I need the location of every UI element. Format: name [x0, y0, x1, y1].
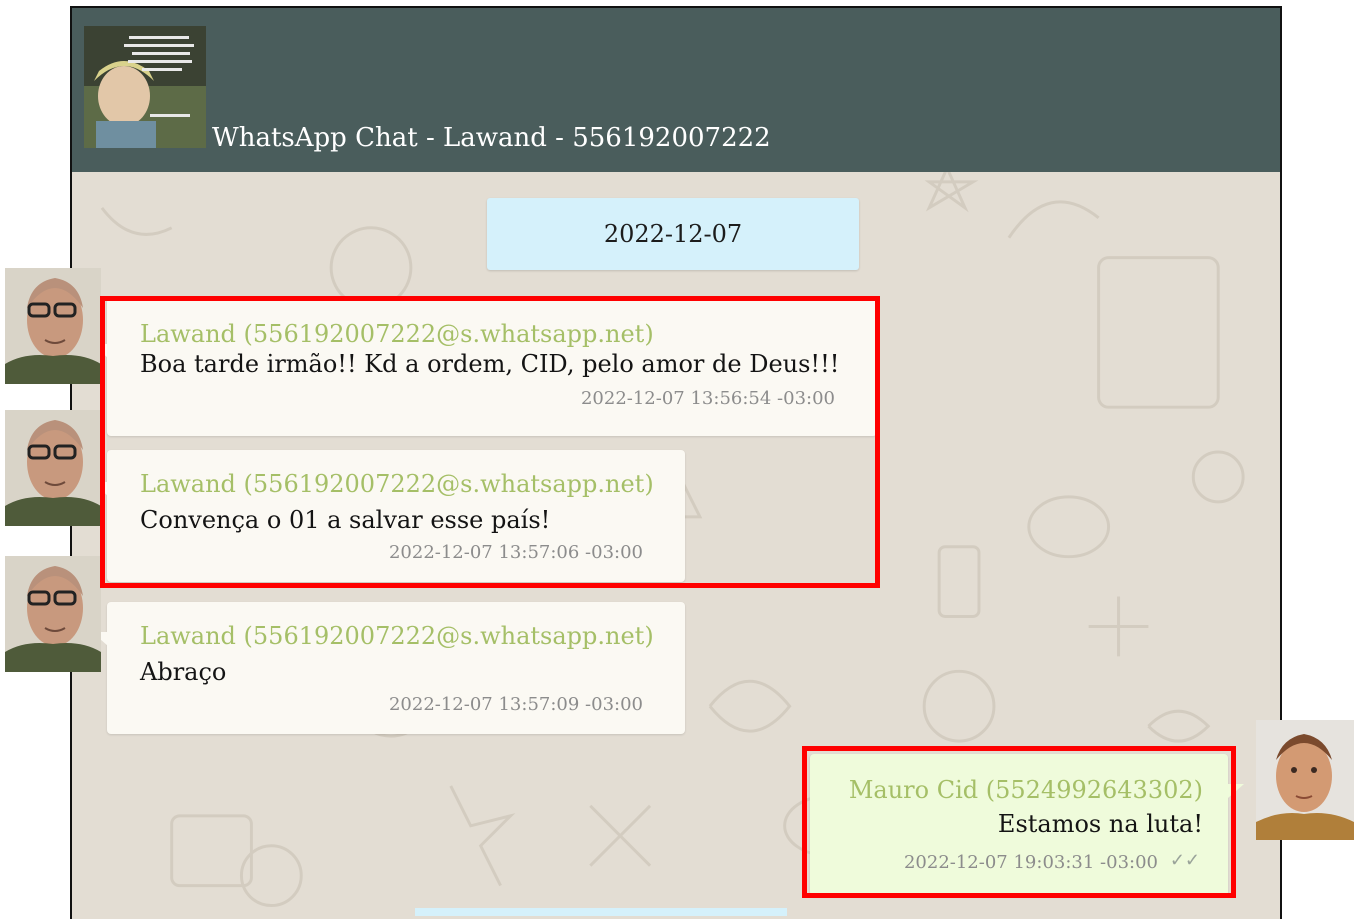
message-text: Convença o 01 a salvar esse país! [140, 506, 551, 534]
chat-window: WhatsApp Chat - Lawand - 556192007222 20… [70, 6, 1282, 919]
chat-title: WhatsApp Chat - Lawand - 556192007222 [212, 123, 771, 153]
message-sender: Lawand (556192007222@s.whatsapp.net) [140, 470, 654, 498]
message-bubble: Lawand (556192007222@s.whatsapp.net) Con… [107, 450, 685, 582]
bubble-tail [1228, 784, 1244, 798]
message-text: Abraço [140, 658, 227, 686]
sender-avatar[interactable] [5, 556, 101, 672]
message-text: Estamos na luta! [997, 810, 1203, 838]
message-timestamp: 2022-12-07 13:57:09 -03:00 [388, 694, 643, 715]
date-separator: 2022-12-07 [487, 198, 859, 270]
message-bubble: Lawand (556192007222@s.whatsapp.net) Boa… [107, 298, 877, 436]
message-sender: Lawand (556192007222@s.whatsapp.net) [140, 320, 654, 348]
message-bubble-outgoing: Mauro Cid (5524992643302) Estamos na lut… [810, 754, 1228, 896]
sender-avatar[interactable] [5, 410, 101, 526]
message-timestamp: 2022-12-07 19:03:31 -03:00 [903, 852, 1158, 873]
message-timestamp: 2022-12-07 13:57:06 -03:00 [388, 542, 643, 563]
message-sender: Mauro Cid (5524992643302) [848, 776, 1203, 804]
message-text: Boa tarde irmão!! Kd a ordem, CID, pelo … [140, 350, 840, 378]
sender-avatar[interactable] [5, 268, 101, 384]
contact-profile-picture[interactable] [84, 26, 206, 148]
sender-avatar[interactable] [1256, 720, 1354, 840]
message-sender: Lawand (556192007222@s.whatsapp.net) [140, 622, 654, 650]
chat-header: WhatsApp Chat - Lawand - 556192007222 [72, 8, 1280, 172]
next-date-separator [415, 908, 787, 916]
message-bubble: Lawand (556192007222@s.whatsapp.net) Abr… [107, 602, 685, 734]
message-timestamp: 2022-12-07 13:56:54 -03:00 [580, 388, 835, 409]
double-check-icon: ✓✓ [1169, 850, 1200, 871]
